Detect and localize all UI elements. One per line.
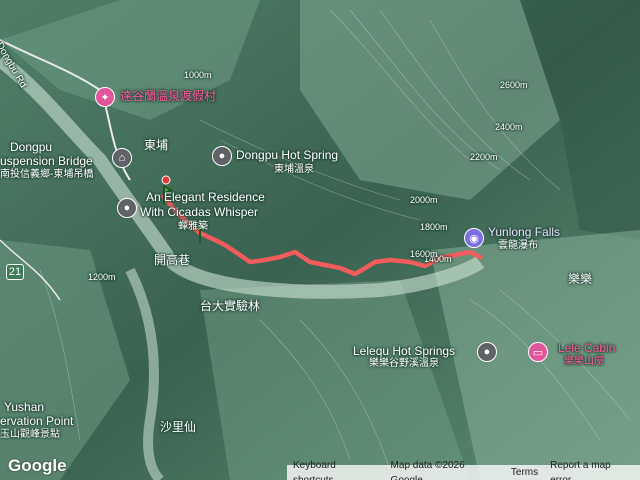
hot-spring-label-en[interactable]: Dongpu Hot Spring — [236, 148, 338, 162]
kaigao-label: 開高巷 — [154, 253, 191, 267]
hotel-label[interactable]: 達谷蘭溫泉渡假村 — [120, 89, 216, 103]
bridge-label-en-2: uspension Bridge — [0, 154, 93, 168]
lele-label: 樂樂 — [568, 272, 593, 286]
keyboard-shortcuts-link[interactable]: Keyboard shortcuts — [287, 458, 385, 480]
yushan-label-1[interactable]: Yushan — [4, 400, 44, 414]
hot-spring-pin-icon[interactable]: ● — [212, 146, 232, 166]
terrain-background — [0, 0, 640, 480]
contour-label: 1000m — [184, 70, 212, 80]
yushan-label-2[interactable]: ervation Point — [0, 414, 73, 428]
route-shield-icon: 21 — [6, 264, 24, 280]
lelequ-label-en[interactable]: Lelequ Hot Springs — [353, 344, 455, 358]
shalixian-label: 沙里仙 — [160, 420, 197, 434]
contour-label: 1600m — [410, 249, 438, 259]
map-footer: Keyboard shortcuts Map data ©2026 Google… — [287, 460, 640, 480]
yunlong-label-en[interactable]: Yunlong Falls — [488, 225, 560, 239]
map-data-label: Map data ©2026 Google — [390, 459, 465, 480]
bridge-label-en-1: Dongpu — [10, 140, 53, 154]
contour-label: 2200m — [470, 152, 498, 162]
hot-spring-label-zh: 東埔溫泉 — [274, 164, 314, 175]
residence-pin-icon[interactable]: ● — [117, 198, 137, 218]
contour-label: 1200m — [88, 272, 116, 282]
cabin-label-zh: 樂樂山屋 — [564, 356, 604, 367]
contour-label: 1800m — [420, 222, 448, 232]
report-error-link[interactable]: Report a map error — [544, 458, 640, 480]
cabin-label-en[interactable]: Lele Cabin — [558, 341, 615, 355]
bridge-icon[interactable]: ⌂ — [112, 148, 132, 168]
hotel-icon[interactable]: ✦ — [95, 87, 115, 107]
residence-label-1[interactable]: An Elegant Residence — [146, 190, 265, 204]
google-logo: Google — [8, 456, 67, 475]
lelequ-pin-icon[interactable]: ● — [477, 342, 497, 362]
dongpu-label: 東埔 — [144, 138, 169, 152]
yunlong-label-zh: 雲龍瀑布 — [498, 240, 538, 251]
terms-link[interactable]: Terms — [505, 465, 544, 480]
residence-label-zh: 蟬雅築 — [178, 221, 208, 232]
contour-label: 2000m — [410, 195, 438, 205]
forest-label: 台大實驗林 — [200, 299, 261, 313]
camera-icon[interactable]: ◉ — [464, 228, 484, 248]
lelequ-label-zh: 樂樂谷野溪溫泉 — [369, 358, 439, 369]
terrain-map[interactable]: ✦ 達谷蘭溫泉渡假村 東埔 ⌂ Dongpu uspension Bridge … — [0, 0, 640, 480]
contour-label: 2600m — [500, 80, 528, 90]
bed-icon[interactable]: ▭ — [528, 342, 548, 362]
residence-label-2[interactable]: With Cicadas Whisper — [140, 205, 258, 219]
contour-label: 2400m — [495, 122, 523, 132]
yushan-label-zh: 玉山觀峰景點 — [0, 429, 60, 440]
bridge-label-zh: 南投信義鄉-東埔吊橋 — [0, 169, 94, 180]
